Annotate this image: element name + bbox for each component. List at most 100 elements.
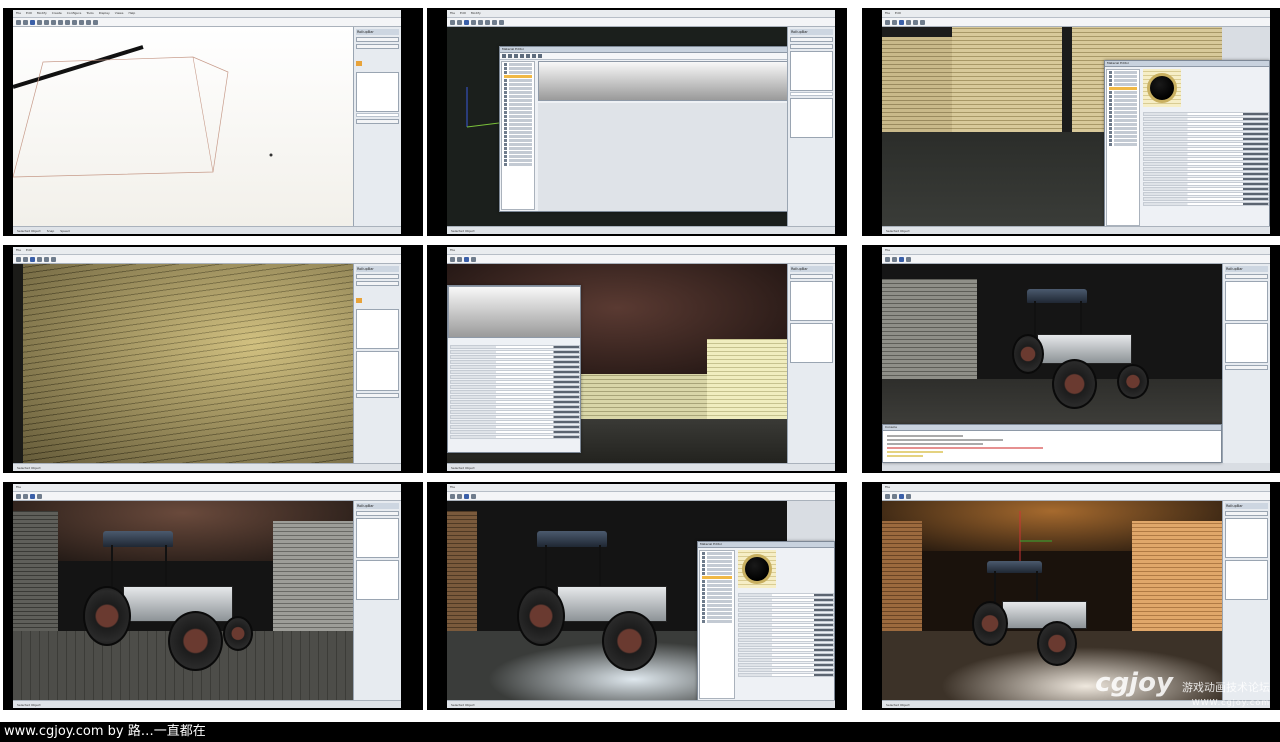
menu-edit[interactable]: Edit xyxy=(895,12,901,15)
toolbar[interactable] xyxy=(882,492,1270,501)
dialog-title: Material Editor xyxy=(1105,61,1269,67)
menu-bar[interactable]: File xyxy=(13,484,401,492)
toolbar[interactable] xyxy=(13,18,401,27)
status-item[interactable]: Snap xyxy=(47,229,55,233)
menu-file[interactable]: File xyxy=(16,486,21,489)
axis-icon[interactable] xyxy=(65,19,70,25)
tractor-model[interactable] xyxy=(972,561,1102,671)
menu-configure[interactable]: Configure xyxy=(67,12,82,15)
dialog-toolbar[interactable] xyxy=(500,53,788,60)
tile-5[interactable]: File RollupBar Selected Object xyxy=(427,245,847,473)
rollup-field[interactable] xyxy=(356,113,399,117)
material-tree[interactable] xyxy=(1106,69,1140,226)
menu-bar[interactable]: File xyxy=(447,247,835,255)
menu-file[interactable]: File xyxy=(885,249,890,252)
menu-bar[interactable]: File Edit xyxy=(882,10,1270,18)
menu-edit[interactable]: Edit xyxy=(460,12,466,15)
rollup-button[interactable] xyxy=(356,37,399,42)
material-properties[interactable] xyxy=(738,592,834,678)
toolbar[interactable] xyxy=(447,492,835,501)
menu-edit[interactable]: Edit xyxy=(26,249,32,252)
rollup-bar[interactable]: RollupBar xyxy=(353,501,401,700)
toolbar[interactable] xyxy=(882,255,1270,264)
menu-modify[interactable]: Modify xyxy=(471,12,481,15)
tractor-model[interactable] xyxy=(83,531,253,681)
material-editor-dialog[interactable]: Material Editor xyxy=(499,46,789,212)
redo-icon[interactable] xyxy=(23,19,28,25)
move-icon[interactable] xyxy=(37,19,42,25)
editor-window: File Edit Modify Create Configure Tools … xyxy=(13,10,401,234)
material-tree[interactable] xyxy=(699,550,735,699)
menu-file[interactable]: File xyxy=(450,12,455,15)
tile-3[interactable]: File Edit Material Editor Selected Object xyxy=(862,8,1280,236)
toolbar[interactable] xyxy=(13,255,401,264)
menu-bar[interactable]: File Edit Modify xyxy=(447,10,835,18)
material-tree[interactable] xyxy=(501,61,535,210)
undo-icon[interactable] xyxy=(16,19,21,25)
menu-file[interactable]: File xyxy=(16,249,21,252)
status-item[interactable]: Speed xyxy=(60,229,69,233)
viewport[interactable] xyxy=(13,27,353,226)
toolbar[interactable] xyxy=(447,18,835,27)
material-editor-dialog[interactable]: Material Editor xyxy=(697,541,835,701)
menu-help[interactable]: Help xyxy=(128,12,135,15)
console-panel[interactable]: Console xyxy=(882,424,1222,463)
viewport[interactable] xyxy=(882,264,1222,424)
menu-file[interactable]: File xyxy=(885,486,890,489)
menu-file[interactable]: File xyxy=(450,486,455,489)
entity-properties-dialog[interactable] xyxy=(447,285,581,453)
status-item: Selected Object xyxy=(17,702,41,707)
toolbar[interactable] xyxy=(447,255,835,264)
rollup-bar[interactable]: RollupBar xyxy=(353,27,401,226)
tile-7[interactable]: File RollupBar Selected Object xyxy=(3,482,423,710)
viewport[interactable] xyxy=(13,264,353,463)
tile-1[interactable]: File Edit Modify Create Configure Tools … xyxy=(3,8,423,236)
scale-icon[interactable] xyxy=(51,19,56,25)
toolbar[interactable] xyxy=(882,18,1270,27)
viewport[interactable] xyxy=(13,501,353,700)
rollup-button[interactable] xyxy=(356,119,399,124)
menu-bar[interactable]: File Edit xyxy=(13,247,401,255)
menu-file[interactable]: File xyxy=(885,12,890,15)
material-editor-dialog[interactable]: Material Editor xyxy=(1104,60,1270,228)
rollup-bar[interactable]: RollupBar xyxy=(353,264,401,463)
editor-window: File Console RollupBar xyxy=(882,247,1270,471)
rotate-icon[interactable] xyxy=(44,19,49,25)
layer-icon[interactable] xyxy=(93,19,98,25)
tractor-model[interactable] xyxy=(1012,289,1152,419)
snap-icon[interactable] xyxy=(58,19,63,25)
terrain-icon[interactable] xyxy=(72,19,77,25)
menu-tools[interactable]: Tools xyxy=(86,12,93,15)
object-list[interactable] xyxy=(356,72,399,112)
menu-modify[interactable]: Modify xyxy=(37,12,47,15)
material-params[interactable] xyxy=(538,103,788,211)
menu-bar[interactable]: File xyxy=(882,247,1270,255)
tile-8[interactable]: File Material Editor Selected Object xyxy=(427,482,847,710)
menu-file[interactable]: File xyxy=(450,249,455,252)
menu-create[interactable]: Create xyxy=(52,12,62,15)
tile-4[interactable]: File Edit RollupBar Selected Object xyxy=(3,245,423,473)
material-icon[interactable] xyxy=(86,19,91,25)
tile-6[interactable]: File Console RollupBar xyxy=(862,245,1280,473)
menu-bar[interactable]: File xyxy=(882,484,1270,492)
select-icon[interactable] xyxy=(30,19,35,25)
rollup-bar[interactable]: RollupBar xyxy=(787,264,835,463)
rollup-bar[interactable]: RollupBar xyxy=(787,27,835,226)
watermark-url: WWW.cgjoy.com xyxy=(1191,698,1270,707)
material-properties[interactable] xyxy=(1143,111,1269,207)
watermark-cn: 游戏动画技术论坛 xyxy=(1182,680,1270,694)
menu-views[interactable]: Views xyxy=(115,12,124,15)
entity-properties[interactable] xyxy=(450,344,580,440)
rollup-button[interactable] xyxy=(356,44,399,49)
rollup-bar[interactable]: RollupBar xyxy=(1222,264,1270,463)
tractor-model[interactable] xyxy=(517,531,687,681)
menu-file[interactable]: File xyxy=(16,12,21,15)
menu-bar[interactable]: File Edit Modify Create Configure Tools … xyxy=(13,10,401,18)
camera-icon[interactable] xyxy=(79,19,84,25)
menu-display[interactable]: Display xyxy=(99,12,110,15)
toolbar[interactable] xyxy=(13,492,401,501)
menu-bar[interactable]: File xyxy=(447,484,835,492)
tile-2[interactable]: File Edit Modify Material Editor RollupBar… xyxy=(427,8,847,236)
color-swatch[interactable] xyxy=(356,61,362,66)
menu-edit[interactable]: Edit xyxy=(26,12,32,15)
